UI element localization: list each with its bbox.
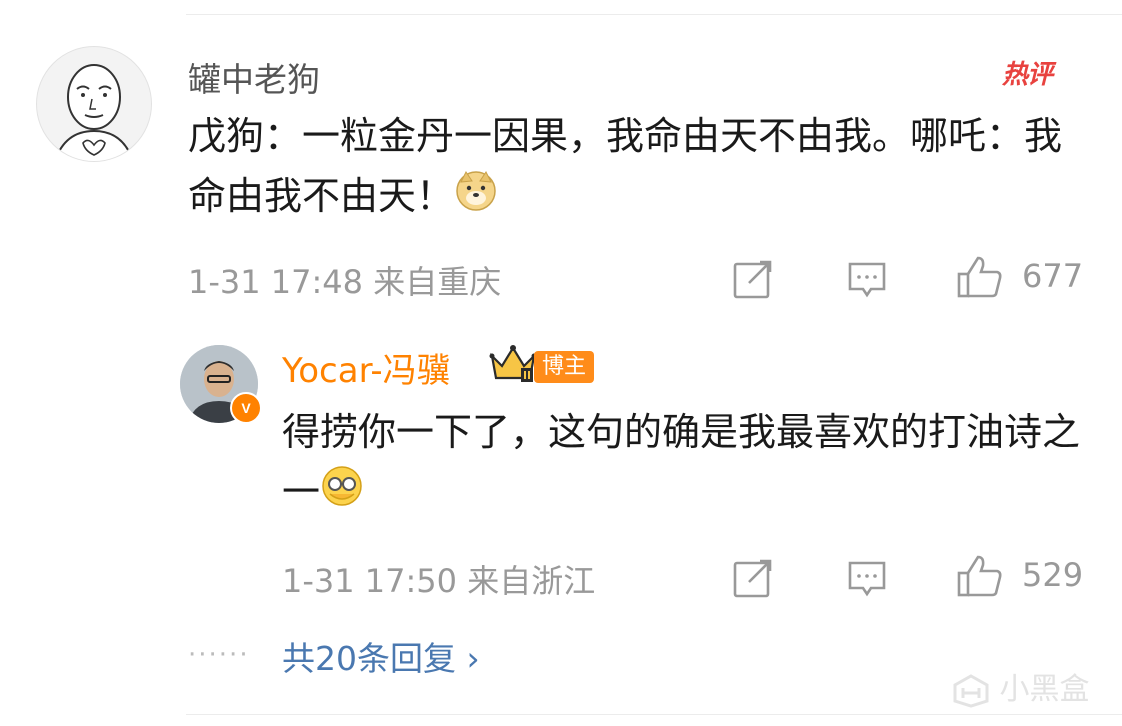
reply-body: 得捞你一下了，这句的确是我最喜欢的打油诗之一 (282, 410, 1081, 514)
comment-location: 来自重庆 (373, 263, 502, 301)
comment-time: 1-31 17:48 (188, 263, 364, 301)
comment-icon[interactable] (846, 258, 888, 300)
comment-body: 戊狗：一粒金丹一因果，我命由天不由我。哪吒：我命由我不由天！ (188, 114, 1063, 218)
comment-text: 戊狗：一粒金丹一因果，我命由天不由我。哪吒：我命由我不由天！ (188, 106, 1098, 229)
separator-dots: ······ (188, 640, 250, 670)
share-icon[interactable] (732, 258, 774, 300)
watermark: 小黑盒 (952, 664, 1090, 708)
bottom-divider (186, 714, 1122, 715)
reply-time: 1-31 17:50 (282, 562, 458, 600)
top-divider (186, 14, 1122, 15)
watermark-logo-icon (953, 673, 989, 708)
like-icon[interactable] (956, 254, 1004, 300)
reply-username[interactable]: Yocar-冯骥 (282, 343, 451, 392)
comment-username[interactable]: 罐中老狗 (188, 53, 320, 101)
reply-like-icon[interactable] (956, 553, 1004, 599)
hot-comment-badge: 热评 (1002, 60, 1053, 90)
reply-text: 得捞你一下了，这句的确是我最喜欢的打油诗之一 (282, 402, 1082, 525)
doge-emoji-icon (454, 168, 498, 229)
reply-location: 来自浙江 (467, 562, 596, 600)
avatar[interactable] (36, 46, 152, 162)
watermark-text: 小黑盒 (999, 672, 1090, 707)
chevron-right-icon: › (466, 639, 480, 678)
meme-face-icon (54, 64, 134, 161)
blogger-badge: 博主 (534, 351, 595, 383)
reply-share-icon[interactable] (732, 557, 774, 599)
replies-label: 共20条回复 (282, 639, 456, 678)
facepalm-emoji-icon (320, 464, 364, 525)
reply-like-count: 529 (1022, 556, 1084, 594)
reply-meta: 1-31 17:50 来自浙江 (282, 556, 595, 602)
crown-icon (489, 345, 537, 382)
view-replies-link[interactable]: 共20条回复 › (282, 632, 480, 680)
like-count: 677 (1022, 257, 1084, 295)
reply-comment-icon[interactable] (846, 557, 888, 599)
verified-badge: V (230, 392, 262, 424)
comment-meta: 1-31 17:48 来自重庆 (188, 257, 501, 303)
